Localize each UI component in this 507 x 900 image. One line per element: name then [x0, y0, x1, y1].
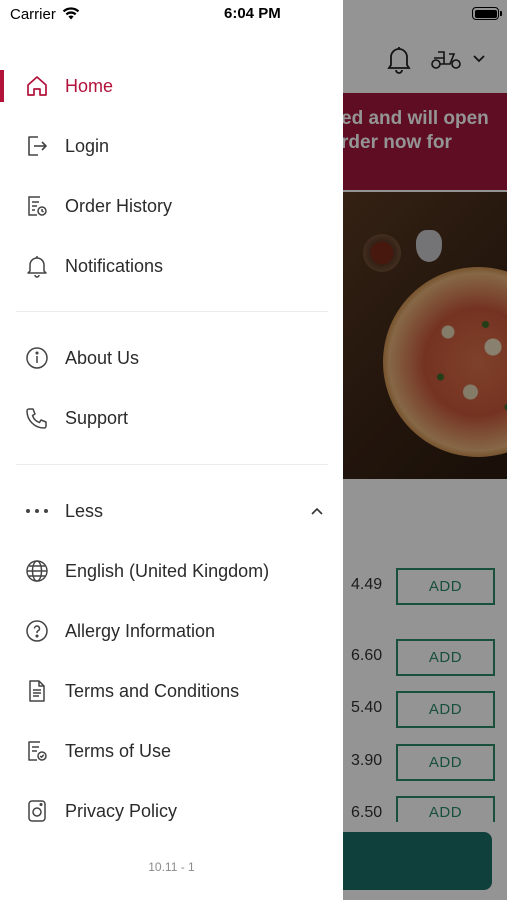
bell-icon — [24, 253, 50, 279]
menu-item-terms-conditions[interactable]: Terms and Conditions — [0, 665, 343, 717]
menu-item-home[interactable]: Home — [0, 60, 343, 112]
menu-item-terms-of-use[interactable]: Terms of Use — [0, 725, 343, 777]
menu-item-notifications[interactable]: Notifications — [0, 240, 343, 292]
carrier-label: Carrier — [10, 6, 56, 23]
more-dots-icon — [24, 498, 50, 524]
phone-icon — [24, 405, 50, 431]
document-icon — [24, 678, 50, 704]
menu-item-label: About Us — [65, 347, 140, 368]
app-version: 10.11 - 1 — [148, 860, 195, 874]
menu-item-label: Terms of Use — [65, 740, 172, 761]
menu-item-label: Login — [65, 135, 110, 156]
status-time: 6:04 PM — [224, 5, 281, 22]
divider — [16, 464, 328, 465]
order-history-icon — [24, 193, 50, 219]
menu-item-label: Terms and Conditions — [65, 680, 240, 701]
menu-item-login[interactable]: Login — [0, 120, 343, 172]
divider — [16, 311, 328, 312]
menu-toggle-less[interactable]: Less — [0, 485, 343, 537]
side-drawer: Carrier 6:04 PM Home Login Order History… — [0, 0, 343, 900]
menu-item-allergy[interactable]: Allergy Information — [0, 605, 343, 657]
login-icon — [24, 133, 50, 159]
info-icon — [24, 345, 50, 371]
chevron-up-icon — [310, 507, 324, 516]
menu-item-label: Support — [65, 407, 129, 428]
home-icon — [24, 73, 50, 99]
document-check-icon — [24, 738, 50, 764]
menu-item-support[interactable]: Support — [0, 392, 343, 444]
menu-item-label: Privacy Policy — [65, 800, 178, 821]
menu-item-order-history[interactable]: Order History — [0, 180, 343, 232]
menu-item-label: Allergy Information — [65, 620, 216, 641]
battery-icon — [472, 7, 502, 20]
menu-item-label: Less — [65, 500, 104, 521]
wifi-icon — [62, 6, 80, 20]
menu-item-label: Home — [65, 75, 114, 96]
status-bar: Carrier 6:04 PM — [0, 0, 507, 30]
menu-item-label: English (United Kingdom) — [65, 560, 270, 581]
question-icon — [24, 618, 50, 644]
menu-item-label: Notifications — [65, 255, 164, 276]
menu-item-about-us[interactable]: About Us — [0, 332, 343, 384]
menu-item-language[interactable]: English (United Kingdom) — [0, 545, 343, 597]
globe-icon — [24, 558, 50, 584]
menu-item-privacy-policy[interactable]: Privacy Policy — [0, 785, 343, 837]
menu-item-label: Order History — [65, 195, 173, 216]
privacy-icon — [24, 798, 50, 824]
